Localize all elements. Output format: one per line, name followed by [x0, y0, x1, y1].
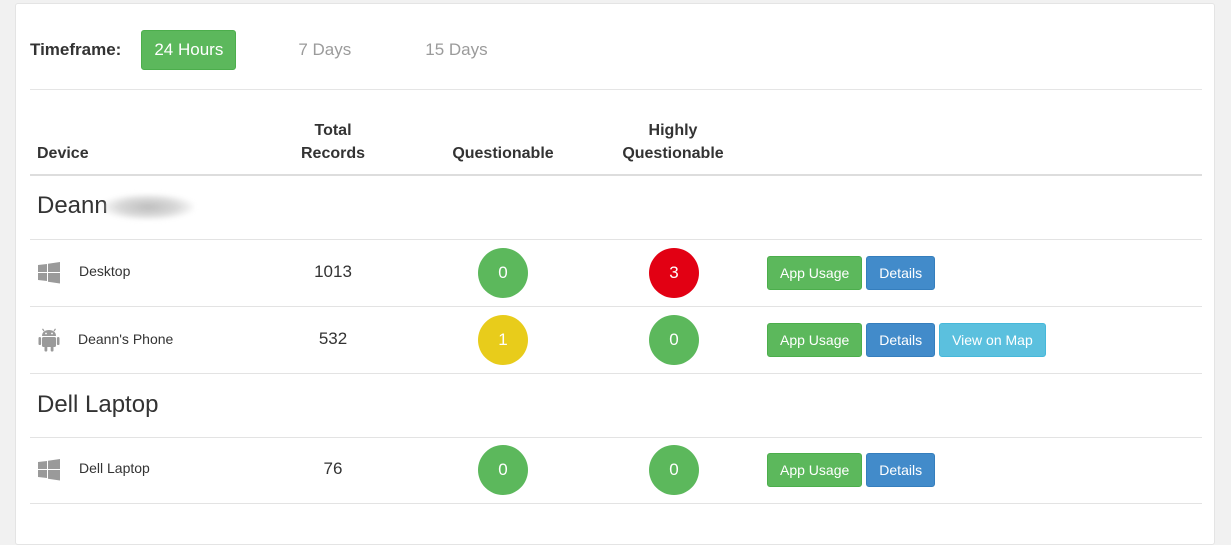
total-records: 76	[323, 459, 343, 478]
device-name: Deann's Phone	[78, 331, 174, 347]
group-header-deann: Deann	[30, 176, 1202, 240]
device-name: Desktop	[79, 263, 131, 279]
timeframe-15-days-button[interactable]: 15 Days	[413, 31, 499, 69]
header-questionable: Questionable	[452, 145, 554, 162]
timeframe-label: Timeframe:	[30, 40, 122, 59]
group-header-dell-laptop: Dell Laptop	[30, 374, 1202, 438]
header-device: Device	[37, 145, 89, 162]
divider	[30, 89, 1202, 90]
app-usage-button[interactable]: App Usage	[767, 256, 863, 290]
group-title: Dell Laptop	[37, 391, 159, 418]
questionable-count: 0	[478, 445, 528, 495]
table-header: Device Total Records Questionable Highly…	[30, 118, 1202, 176]
redacted-blur	[101, 193, 194, 220]
timeframe-24-hours-button[interactable]: 24 Hours	[141, 30, 237, 70]
highly-questionable-count: 0	[649, 315, 699, 365]
row-actions: App Usage Details	[767, 256, 939, 290]
questionable-count: 0	[478, 248, 528, 298]
device-name: Dell Laptop	[79, 460, 150, 476]
details-button[interactable]: Details	[866, 323, 936, 357]
highly-questionable-count: 0	[649, 445, 699, 495]
windows-icon	[38, 459, 60, 481]
group-title: Deann	[37, 192, 194, 220]
view-on-map-button[interactable]: View on Map	[939, 323, 1046, 357]
row-actions: App Usage Details View on Map	[767, 323, 1050, 357]
app-usage-button[interactable]: App Usage	[767, 453, 863, 487]
windows-icon	[38, 262, 60, 284]
table-row: Dell Laptop 76 0 0 App Usage Details	[30, 437, 1202, 504]
table-row: Desktop 1013 0 3 App Usage Details	[30, 240, 1202, 307]
header-total-records: Total Records	[300, 122, 366, 162]
timeframe-selector: Timeframe: 24 Hours 7 Days 15 Days	[30, 28, 550, 72]
details-button[interactable]: Details	[866, 453, 936, 487]
questionable-count: 1	[478, 315, 528, 365]
total-records: 532	[318, 329, 348, 348]
app-usage-button[interactable]: App Usage	[767, 323, 863, 357]
timeframe-7-days-button[interactable]: 7 Days	[286, 31, 363, 69]
details-button[interactable]: Details	[866, 256, 936, 290]
total-records: 1013	[314, 262, 352, 281]
row-actions: App Usage Details	[767, 453, 939, 487]
header-highly-questionable: Highly Questionable	[622, 122, 724, 162]
android-icon	[38, 328, 60, 352]
table-row: Deann's Phone 532 1 0 App Usage Details …	[30, 307, 1202, 374]
highly-questionable-count: 3	[649, 248, 699, 298]
